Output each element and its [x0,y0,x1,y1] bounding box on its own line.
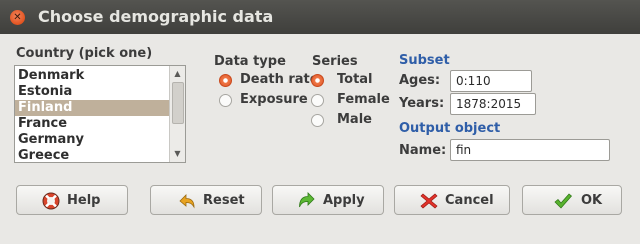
reset-button[interactable]: Reset [150,185,262,215]
subset-label: Subset [399,53,450,68]
list-item-estonia[interactable]: Estonia [15,84,169,100]
green-checkmark-icon [554,193,573,209]
scrollbar-thumb[interactable] [172,82,184,124]
radio-female[interactable] [311,94,324,107]
scroll-up-icon[interactable]: ▲ [172,68,183,80]
radio-male-label: Male [337,112,372,127]
list-item-finland[interactable]: Finland [15,100,169,116]
radio-total-label: Total [337,72,373,87]
country-label: Country (pick one) [16,46,153,61]
help-button[interactable]: Help [16,185,128,215]
ok-button-label: OK [581,193,603,208]
title-bar: ✕ Choose demographic data [0,0,640,34]
ages-input[interactable] [450,70,532,92]
output-object-label: Output object [399,121,501,136]
radio-death-rate-label: Death rate [240,72,319,87]
scroll-down-icon[interactable]: ▼ [172,148,183,160]
series-label: Series [312,54,358,69]
list-item-germany[interactable]: Germany [15,132,169,148]
years-input[interactable] [450,93,536,115]
radio-exposure[interactable] [219,94,232,107]
ages-label: Ages: [399,73,441,88]
list-item-greece[interactable]: Greece [15,148,169,162]
close-button[interactable]: ✕ [10,10,25,25]
apply-button-label: Apply [323,193,365,208]
radio-total[interactable] [311,74,324,87]
name-input[interactable] [450,139,610,161]
undo-arrow-icon [179,194,195,209]
listbox-scrollbar[interactable]: ▲ ▼ [169,66,185,162]
redo-arrow-icon [299,192,315,208]
radio-female-label: Female [337,92,390,107]
window-title: Choose demographic data [38,7,274,26]
apply-button[interactable]: Apply [272,185,384,215]
country-listbox[interactable]: Denmark Estonia Finland France Germany G… [14,65,186,163]
years-label: Years: [399,96,445,111]
red-x-icon [420,193,438,209]
close-icon: ✕ [13,12,22,23]
ok-button[interactable]: OK [522,185,622,215]
radio-male[interactable] [311,114,324,127]
radio-exposure-label: Exposure [240,92,308,107]
cancel-button[interactable]: Cancel [394,185,510,215]
radio-death-rate[interactable] [219,74,232,87]
list-item-france[interactable]: France [15,116,169,132]
reset-button-label: Reset [203,193,245,208]
list-item-denmark[interactable]: Denmark [15,68,169,84]
data-type-label: Data type [214,54,286,69]
lifebuoy-icon [42,192,60,210]
name-label: Name: [399,143,447,158]
help-button-label: Help [67,193,101,208]
cancel-button-label: Cancel [445,193,494,208]
